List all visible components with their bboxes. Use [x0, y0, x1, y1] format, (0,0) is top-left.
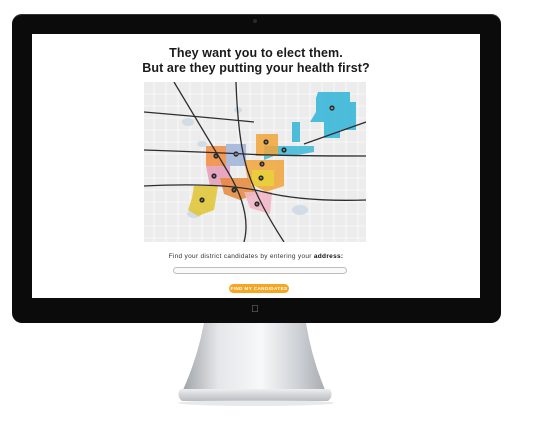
address-prompt: Find your district candidates by enterin…: [32, 253, 480, 260]
headline-line-1: They want you to elect them.: [169, 46, 343, 60]
camera-icon: [253, 19, 257, 23]
page-title: They want you to elect them. But are the…: [32, 46, 480, 76]
address-prompt-bold: address:: [313, 253, 344, 260]
find-my-candidates-button[interactable]: FIND MY CANDIDATES: [229, 284, 289, 293]
headline-line-2: But are they putting your health first?: [142, 61, 370, 75]
monitor-mockup: They want you to elect them. But are the…: [0, 0, 534, 421]
district-marker-label: 11: [330, 106, 333, 110]
district-9[interactable]: [256, 134, 278, 156]
district-marker-label: 10: [234, 152, 238, 156]
address-prompt-text: Find your district candidates by enterin…: [168, 253, 312, 260]
screen: They want you to elect them. But are the…: [32, 34, 480, 298]
address-input[interactable]: [173, 267, 347, 274]
district-map[interactable]: 1 2 3 4 5 6 7 8 9 10 11: [144, 82, 366, 242]
district-map-svg[interactable]: 1234567891011: [144, 82, 366, 242]
apple-logo-icon: : [250, 305, 260, 315]
